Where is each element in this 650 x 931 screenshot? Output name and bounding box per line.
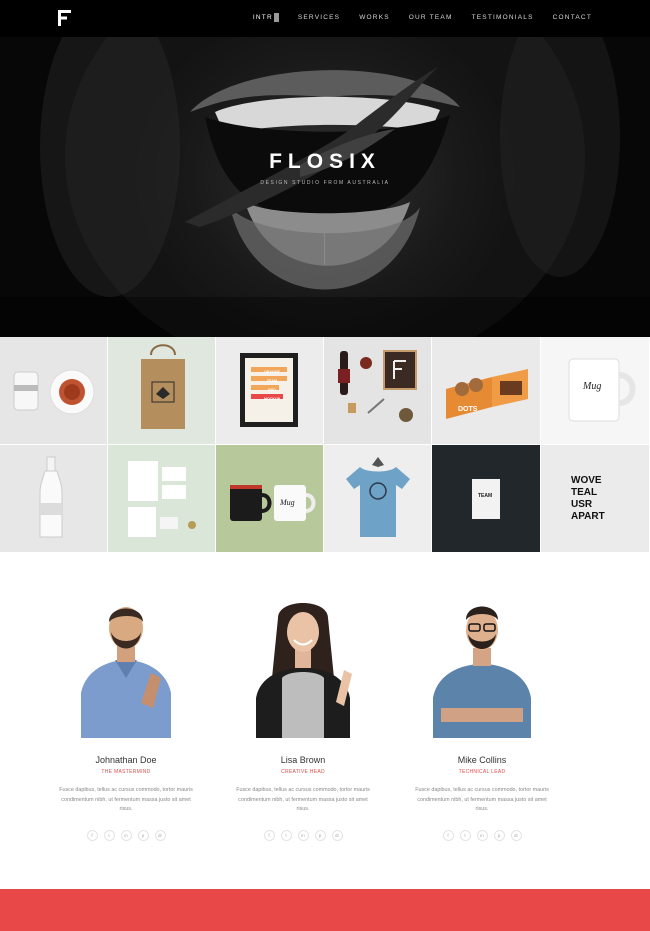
nav-link-works[interactable]: WORKS xyxy=(359,14,390,21)
dribbble-icon[interactable]: dr xyxy=(510,830,522,841)
tshirt-image xyxy=(346,457,410,537)
nav-links: INTR SERVICES WORKS OUR TEAM TESTIMONIAL… xyxy=(234,0,592,34)
top-navbar: INTR SERVICES WORKS OUR TEAM TESTIMONIAL… xyxy=(0,0,650,37)
portfolio-tile-business-cards[interactable] xyxy=(108,445,216,553)
facebook-icon[interactable]: f xyxy=(86,830,98,841)
team-member-socials: f t in p dr xyxy=(392,830,572,841)
poster-line-1: ORANGE xyxy=(264,370,280,374)
team-member-bio: Fusce dapibus, tellus ac cursus commodo,… xyxy=(415,787,549,812)
team-member-bio: Fusce dapibus, tellus ac cursus commodo,… xyxy=(236,787,370,812)
portfolio-tile-mugs-pair[interactable]: Mug xyxy=(216,445,324,553)
mug-pair-logo-text: Mug xyxy=(279,498,295,507)
poster-frame-text: ORANGE TEAM PSD MOCKUP xyxy=(252,368,292,404)
mugs-pair-image: Mug xyxy=(230,485,316,521)
portfolio-tile-book[interactable]: TEAM xyxy=(432,445,541,553)
nav-link-testimonials[interactable]: TESTIMONIALS xyxy=(472,14,534,21)
portfolio-tile-mug[interactable]: Mug xyxy=(541,337,650,445)
typography-image: WOVE TEAL USR APART xyxy=(571,475,605,522)
business-cards-image xyxy=(128,461,196,537)
nav-link-intro[interactable]: INTR xyxy=(253,12,279,22)
twitter-icon[interactable]: t xyxy=(280,830,292,841)
nav-link-our-team[interactable]: OUR TEAM xyxy=(409,14,453,21)
portfolio-tile-paper-bag[interactable] xyxy=(108,337,216,445)
twitter-icon[interactable]: t xyxy=(459,830,471,841)
team-member-socials: f t in p dr xyxy=(36,830,216,841)
nav-link-services[interactable]: SERVICES xyxy=(298,14,340,21)
team-member-role: TECHNICAL LEAD xyxy=(458,769,506,775)
poster-line-2: TEAM xyxy=(266,379,278,383)
typo-line-1: WOVE xyxy=(571,475,602,486)
linkedin-icon[interactable]: in xyxy=(120,830,132,841)
facebook-icon[interactable]: f xyxy=(442,830,454,841)
portfolio-tile-tea-cup[interactable] xyxy=(0,337,108,445)
paper-bag-image xyxy=(141,344,185,429)
team-member-name: Lisa Brown xyxy=(280,755,326,765)
book-image: TEAM xyxy=(472,479,500,519)
dribbble-icon[interactable]: dr xyxy=(331,830,343,841)
linkedin-icon[interactable]: in xyxy=(476,830,488,841)
linkedin-icon[interactable]: in xyxy=(297,830,309,841)
poster-line-3: PSD xyxy=(268,388,276,392)
portfolio-tile-typography[interactable]: WOVE TEAL USR APART xyxy=(541,445,650,553)
typo-line-4: APART xyxy=(571,511,605,522)
pinterest-icon[interactable]: p xyxy=(314,830,326,841)
hero-section: FLOSIX DESIGN STUDIO FROM AUSTRALIA xyxy=(0,37,650,337)
twitter-icon[interactable]: t xyxy=(103,830,115,841)
typo-line-2: TEAL xyxy=(571,487,597,498)
team-member-socials: f t in p dr xyxy=(213,830,393,841)
portfolio-tile-bottle[interactable] xyxy=(0,445,108,553)
team-member-role: THE MASTERMIND xyxy=(101,769,151,775)
typo-line-3: USR xyxy=(571,499,593,510)
tea-cup-image xyxy=(13,369,95,415)
pinterest-icon[interactable]: p xyxy=(137,830,149,841)
team-member-name: Mike Collins xyxy=(457,755,507,765)
accent-footer-band xyxy=(0,889,650,931)
nav-link-contact[interactable]: CONTACT xyxy=(553,14,592,21)
team-member-name: Johnathan Doe xyxy=(95,755,157,765)
hero-title: FLOSIX xyxy=(269,150,381,173)
stationery-image xyxy=(338,350,417,422)
hero-background-image xyxy=(0,37,650,337)
portfolio-grid: DOTS Mug Mug TEAM WOVE TEAL USR APART xyxy=(0,337,650,553)
pinterest-icon[interactable]: p xyxy=(493,830,505,841)
team-member-bio: Fusce dapibus, tellus ac cursus commodo,… xyxy=(59,787,193,812)
dots-box-label: DOTS xyxy=(458,406,478,413)
portfolio-tile-tshirt[interactable] xyxy=(324,445,432,553)
team-member-role: CREATIVE HEAD xyxy=(281,769,325,775)
mug-image: Mug xyxy=(568,358,636,422)
team-member-photo xyxy=(433,606,531,738)
bottle-image xyxy=(39,456,63,538)
scroll-indicator[interactable] xyxy=(324,225,325,265)
flosix-logo[interactable] xyxy=(58,10,72,26)
portfolio-tile-stationery[interactable] xyxy=(324,337,432,445)
facebook-icon[interactable]: f xyxy=(263,830,275,841)
mug-logo-text: Mug xyxy=(582,381,601,392)
poster-line-4: MOCKUP xyxy=(264,397,280,401)
portfolio-tile-donut-box[interactable]: DOTS xyxy=(432,337,541,445)
donut-box-image: DOTS xyxy=(446,369,528,419)
team-member-photo xyxy=(81,607,171,738)
dribbble-icon[interactable]: dr xyxy=(154,830,166,841)
team-section: Johnathan Doe THE MASTERMIND Fusce dapib… xyxy=(0,590,650,850)
book-cover-text: TEAM xyxy=(478,493,492,499)
team-member-photo xyxy=(256,603,352,738)
hero-subtitle: DESIGN STUDIO FROM AUSTRALIA xyxy=(260,180,390,186)
